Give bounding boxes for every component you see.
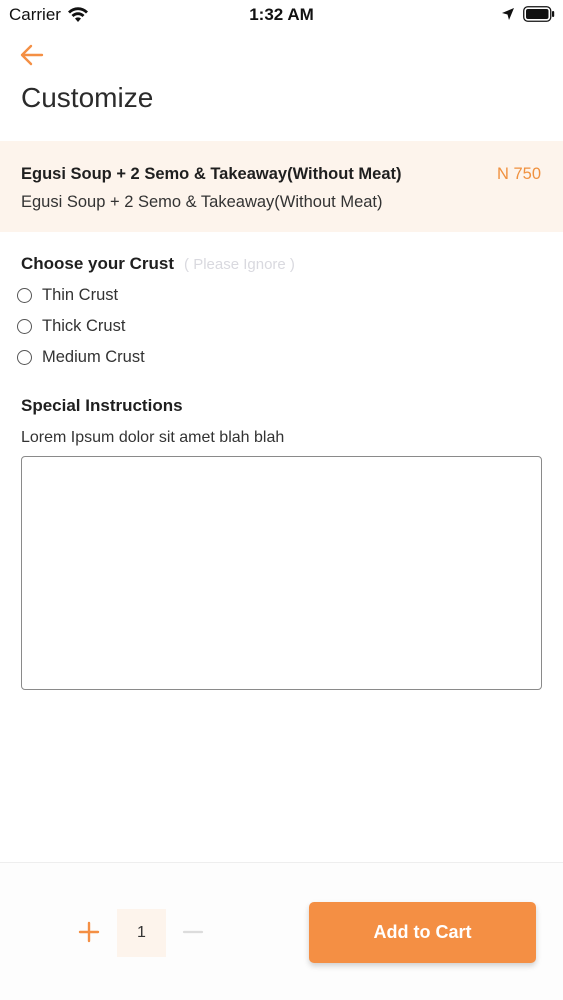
- instructions-subtitle: Lorem Ipsum dolor sit amet blah blah: [21, 429, 285, 446]
- battery-icon: [523, 6, 555, 22]
- status-bar: Carrier 1:32 AM: [0, 0, 563, 30]
- status-right-group: [501, 6, 555, 22]
- radio-button[interactable]: [17, 288, 32, 303]
- crust-option-thick[interactable]: Thick Crust: [17, 317, 125, 336]
- status-time: 1:32 AM: [249, 5, 314, 24]
- product-summary: Egusi Soup + 2 Semo & Takeaway(Without M…: [0, 141, 563, 232]
- product-description: Egusi Soup + 2 Semo & Takeaway(Without M…: [21, 193, 383, 211]
- crust-option-label: Thick Crust: [42, 317, 126, 335]
- radio-button[interactable]: [17, 350, 32, 365]
- radio-button[interactable]: [17, 319, 32, 334]
- crust-option-thin[interactable]: Thin Crust: [17, 286, 118, 305]
- plus-icon[interactable]: [78, 921, 100, 943]
- quantity-display: 1: [117, 909, 166, 957]
- back-arrow-icon[interactable]: [18, 42, 46, 68]
- crust-option-medium[interactable]: Medium Crust: [17, 348, 145, 367]
- crust-option-label: Medium Crust: [42, 348, 145, 366]
- location-arrow-icon: [502, 8, 514, 20]
- crust-title: Choose your Crust: [21, 254, 175, 273]
- page-title: Customize: [21, 82, 154, 113]
- product-price: N 750: [496, 165, 541, 183]
- crust-heading: Choose your Crust ( Please Ignore ): [21, 254, 295, 274]
- special-instructions-input[interactable]: [21, 456, 542, 690]
- crust-option-label: Thin Crust: [42, 286, 119, 304]
- crust-hint: ( Please Ignore ): [184, 256, 295, 273]
- minus-icon[interactable]: [182, 921, 204, 943]
- product-name: Egusi Soup + 2 Semo & Takeaway(Without M…: [21, 165, 402, 183]
- instructions-title: Special Instructions: [21, 396, 183, 415]
- bottom-cart-bar: 1 Add to Cart: [0, 862, 563, 1000]
- add-to-cart-button[interactable]: Add to Cart: [309, 902, 536, 963]
